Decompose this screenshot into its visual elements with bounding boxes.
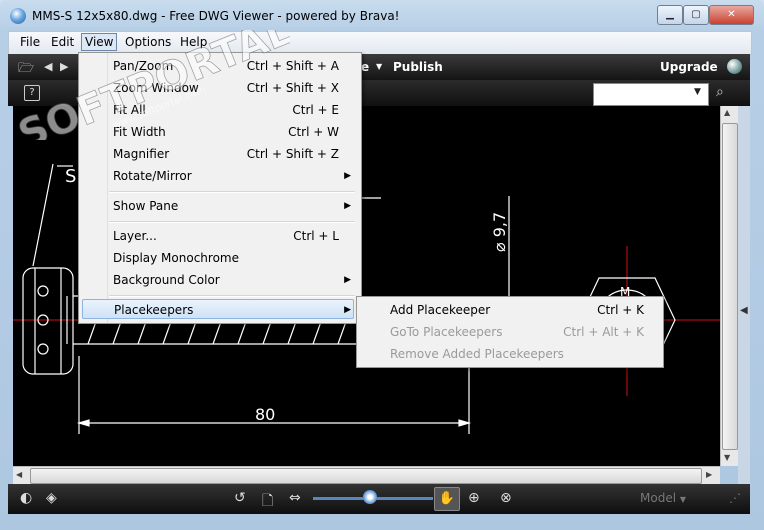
- collapse-arrow-icon[interactable]: ◀: [740, 305, 748, 316]
- menu-item-label: Display Monochrome: [113, 251, 239, 265]
- menu-item-shortcut: Ctrl + L: [293, 229, 339, 243]
- zoom-fit-icon[interactable]: ⊗: [500, 490, 512, 506]
- horizontal-scroll-thumb[interactable]: [30, 468, 702, 484]
- menu-item-layer[interactable]: Layer... Ctrl + L: [113, 226, 353, 246]
- toolbar-partial-label[interactable]: e: [361, 60, 369, 74]
- model-label: Model: [640, 491, 677, 505]
- menu-item-label: Add Placekeeper: [390, 303, 491, 317]
- maximize-button[interactable]: ▢: [683, 5, 709, 25]
- menu-item-label: Rotate/Mirror: [113, 169, 192, 183]
- upgrade-button[interactable]: Upgrade: [660, 60, 718, 74]
- scroll-right-icon[interactable]: ▶: [706, 470, 712, 479]
- side-panel-toggle[interactable]: [738, 106, 750, 486]
- menu-item-label: Remove Added Placekeepers: [390, 347, 564, 361]
- menu-item-remove-placekeepers: Remove Added Placekeepers: [390, 344, 656, 364]
- vertical-scroll-thumb[interactable]: [722, 123, 738, 450]
- search-icon[interactable]: ⌕: [716, 84, 724, 100]
- dimension-80-label: 80: [255, 405, 275, 424]
- menu-separator: [109, 221, 355, 223]
- app-icon[interactable]: [10, 8, 26, 24]
- chevron-down-icon[interactable]: ▼: [694, 87, 701, 97]
- menu-item-shortcut: Ctrl + E: [292, 103, 339, 117]
- menu-item-goto-placekeepers: GoTo Placekeepers Ctrl + Alt + K: [390, 322, 656, 342]
- menu-separator: [109, 295, 355, 297]
- contrast-icon[interactable]: ◐: [20, 490, 32, 506]
- menu-item-shortcut: Ctrl + W: [288, 125, 339, 139]
- menu-item-add-placekeeper[interactable]: Add Placekeeper Ctrl + K: [390, 300, 656, 320]
- menu-item-display-monochrome[interactable]: Display Monochrome: [113, 248, 353, 268]
- layers-icon[interactable]: ◈: [46, 490, 57, 506]
- menu-item-show-pane[interactable]: Show Pane ▶: [113, 196, 353, 216]
- submenu-arrow-icon: ▶: [344, 201, 351, 211]
- rotate-icon[interactable]: ↺: [234, 490, 246, 506]
- submenu-arrow-icon: ▶: [344, 305, 351, 315]
- watermark-text: SOFTPORTAL: [12, 30, 290, 140]
- menu-separator: [109, 191, 355, 193]
- menu-item-magnifier[interactable]: Magnifier Ctrl + Shift + Z: [113, 144, 353, 164]
- zoom-window-icon[interactable]: ⊕: [468, 490, 480, 506]
- brava-logo-icon: [727, 59, 742, 74]
- publish-button[interactable]: Publish: [393, 60, 443, 74]
- page-icon[interactable]: 🗋: [262, 490, 273, 514]
- fit-width-icon[interactable]: ⇔: [289, 490, 301, 506]
- window-title: MMS-S 12x5x80.dwg - Free DWG Viewer - po…: [32, 9, 400, 23]
- softportal-watermark: SOFTPORTAL www.softportal.com: [12, 30, 290, 140]
- menu-item-shortcut: Ctrl + Alt + K: [563, 325, 644, 339]
- menu-item-rotate-mirror[interactable]: Rotate/Mirror ▶: [113, 166, 353, 186]
- close-button[interactable]: ✕: [709, 5, 754, 25]
- menu-item-label: GoTo Placekeepers: [390, 325, 503, 339]
- submenu-arrow-icon: ▶: [344, 171, 351, 181]
- menu-item-placekeepers[interactable]: Placekeepers ▶: [82, 299, 354, 319]
- menu-item-background-color[interactable]: Background Color ▶: [113, 270, 353, 290]
- dimension-diameter-label: ⌀ 9,7: [490, 212, 509, 252]
- resize-grip-icon[interactable]: ⋰: [729, 491, 741, 505]
- scroll-up-icon[interactable]: ▲: [724, 108, 730, 117]
- placekeepers-submenu: Add Placekeeper Ctrl + K GoTo Placekeeper…: [356, 296, 664, 368]
- minimize-button[interactable]: ▁: [657, 5, 683, 25]
- menu-item-label: Layer...: [113, 229, 157, 243]
- search-input[interactable]: [593, 83, 709, 106]
- menu-item-label: Magnifier: [113, 147, 170, 161]
- scroll-left-icon[interactable]: ◀: [16, 470, 22, 479]
- submenu-arrow-icon: ▶: [344, 275, 351, 285]
- menu-item-label: Background Color: [113, 273, 220, 287]
- menu-item-shortcut: Ctrl + K: [597, 303, 644, 317]
- toolbar-dropdown-icon[interactable]: ▼: [376, 62, 382, 71]
- scroll-down-icon[interactable]: ▼: [724, 453, 730, 462]
- model-select[interactable]: Model ▼: [640, 491, 686, 505]
- menu-item-label: Placekeepers: [114, 303, 194, 317]
- menu-item-label: Show Pane: [113, 199, 179, 213]
- label-s: S: [65, 166, 76, 187]
- chevron-down-icon: ▼: [679, 495, 687, 504]
- pan-hand-icon[interactable]: ✋: [434, 487, 460, 511]
- zoom-slider-knob[interactable]: [363, 490, 377, 504]
- menu-item-shortcut: Ctrl + Shift + Z: [246, 147, 339, 161]
